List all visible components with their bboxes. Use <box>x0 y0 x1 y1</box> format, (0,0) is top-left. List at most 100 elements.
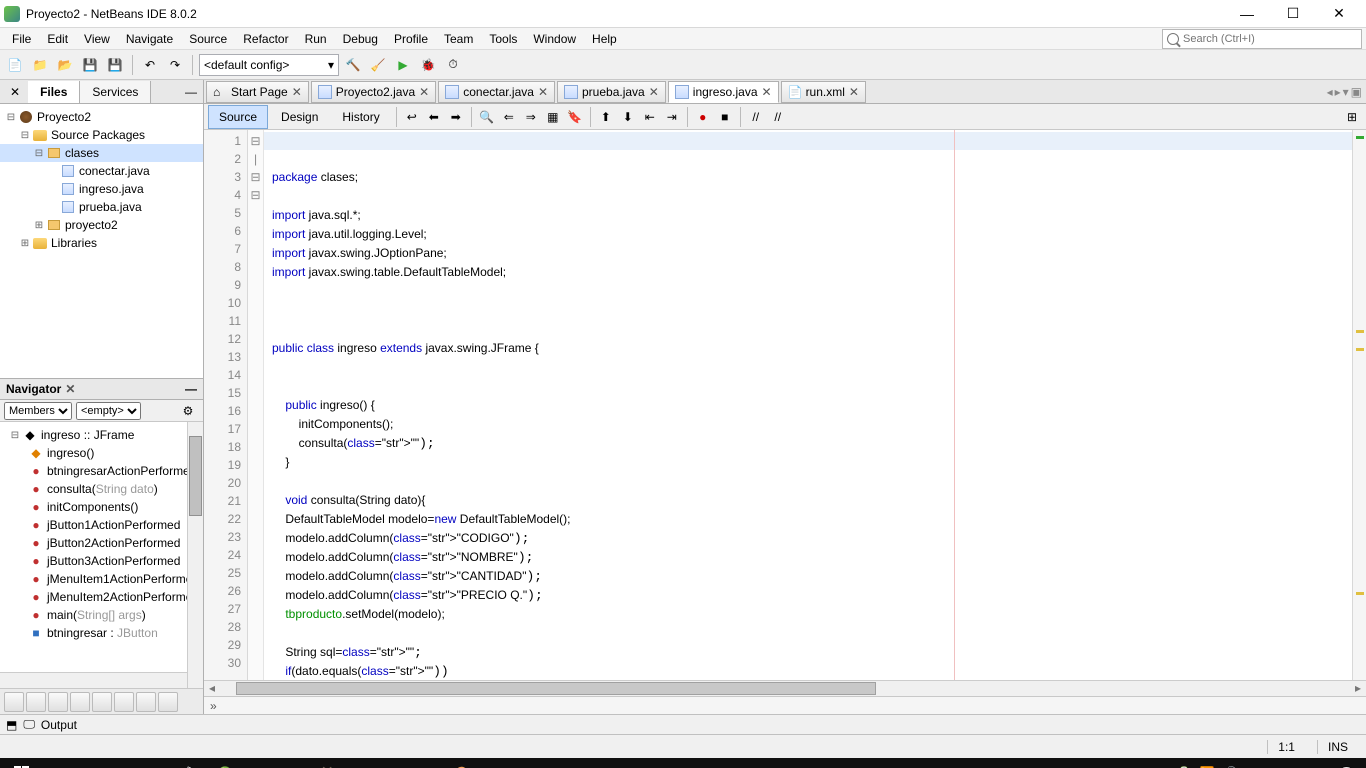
file-explorer-icon[interactable]: 📁 <box>140 758 174 768</box>
editor-horizontal-scrollbar[interactable]: ◂ ▸ <box>204 680 1366 696</box>
editor-breadcrumb[interactable]: » <box>204 696 1366 714</box>
start-macro-icon[interactable]: ● <box>693 107 713 127</box>
stop-macro-icon[interactable]: ■ <box>715 107 735 127</box>
navigator-options-icon[interactable]: ⚙ <box>177 400 199 422</box>
tab-scroll-right-icon[interactable]: ▸ <box>1335 85 1341 99</box>
tab-services[interactable]: Services <box>80 81 151 103</box>
tab-proyecto2-java[interactable]: Proyecto2.java✕ <box>311 81 436 103</box>
close-icon[interactable]: ✕ <box>849 85 859 99</box>
tree-libraries[interactable]: Libraries <box>51 236 97 250</box>
nav-filter-btn[interactable] <box>158 692 178 712</box>
clean-build-button[interactable]: 🧹 <box>367 54 389 76</box>
quick-search[interactable] <box>1162 29 1362 49</box>
shift-left-icon[interactable]: ⇤ <box>640 107 660 127</box>
tab-files[interactable]: Files <box>28 81 80 103</box>
menu-debug[interactable]: Debug <box>335 29 386 49</box>
nav-filter-btn[interactable] <box>70 692 90 712</box>
app-icon[interactable]: ◧ <box>344 758 378 768</box>
code-editor[interactable]: 1234567891011121314151617181920212223242… <box>204 130 1366 680</box>
tab-scroll-left-icon[interactable]: ◂ <box>1327 85 1333 99</box>
tab-ingreso-java[interactable]: ingreso.java✕ <box>668 81 779 103</box>
last-edit-icon[interactable]: ↩ <box>402 107 422 127</box>
fold-column[interactable]: ⊟|⊟⊟ <box>248 130 264 680</box>
subtab-source[interactable]: Source <box>208 105 268 129</box>
toggle-highlight-icon[interactable]: ▦ <box>543 107 563 127</box>
output-panel-header[interactable]: ⬒ 🖵 Output <box>0 714 1366 734</box>
tab-prueba-java[interactable]: prueba.java✕ <box>557 81 666 103</box>
navigator-member[interactable]: initComponents() <box>47 500 138 514</box>
navigator-tree[interactable]: ⊟◆ingreso :: JFrame ◆ingreso() ●btningre… <box>0 422 203 688</box>
chrome-icon[interactable]: 🟢 <box>208 758 242 768</box>
find-prev-icon[interactable]: ⇐ <box>499 107 519 127</box>
search-input[interactable] <box>1183 33 1357 45</box>
menu-profile[interactable]: Profile <box>386 29 436 49</box>
minimize-button[interactable]: — <box>1224 0 1270 28</box>
comment-icon[interactable]: // <box>746 107 766 127</box>
close-button[interactable]: ✕ <box>1316 0 1362 28</box>
menu-refactor[interactable]: Refactor <box>235 29 296 49</box>
navigator-minimize-icon[interactable]: — <box>185 382 197 396</box>
onenote-icon[interactable]: N <box>276 758 310 768</box>
close-icon[interactable]: ✕ <box>762 85 772 99</box>
nav-filter-btn[interactable] <box>48 692 68 712</box>
navigator-filter-select[interactable]: <empty> <box>76 402 141 420</box>
run-config-dropdown[interactable]: <default config>▾ <box>199 54 339 76</box>
close-icon[interactable]: ✕ <box>649 85 659 99</box>
firefox-icon[interactable]: 🦊 <box>310 758 344 768</box>
subtab-design[interactable]: Design <box>270 105 329 129</box>
menu-navigate[interactable]: Navigate <box>118 29 181 49</box>
tab-conectar-java[interactable]: conectar.java✕ <box>438 81 555 103</box>
open-project-button[interactable]: 📂 <box>54 54 76 76</box>
menu-tools[interactable]: Tools <box>481 29 525 49</box>
paint-icon[interactable]: 🎨 <box>446 758 480 768</box>
new-project-button[interactable]: 📁 <box>29 54 51 76</box>
xampp-icon[interactable]: X <box>378 758 412 768</box>
navigator-scrollbar-horizontal[interactable] <box>0 672 187 688</box>
nav-filter-btn[interactable] <box>92 692 112 712</box>
forward-icon[interactable]: ➡ <box>446 107 466 127</box>
close-icon[interactable]: ✕ <box>292 85 302 99</box>
project-tree[interactable]: ⊟Proyecto2 ⊟Source Packages ⊟clases cone… <box>0 104 203 378</box>
tab-run-xml[interactable]: 📄run.xml✕ <box>781 81 866 103</box>
menu-window[interactable]: Window <box>525 29 584 49</box>
find-selection-icon[interactable]: 🔍 <box>477 107 497 127</box>
menu-source[interactable]: Source <box>181 29 235 49</box>
maximize-button[interactable]: ☐ <box>1270 0 1316 28</box>
profile-button[interactable]: ⏱ <box>442 54 464 76</box>
tree-package-proyecto2[interactable]: proyecto2 <box>65 218 118 232</box>
navigator-member[interactable]: jMenuItem1ActionPerformed <box>47 572 199 586</box>
line-number-gutter[interactable]: 1234567891011121314151617181920212223242… <box>204 130 248 680</box>
save-all-button[interactable]: 💾 <box>104 54 126 76</box>
projects-minimize-icon[interactable]: — <box>179 85 203 99</box>
vlc-icon[interactable]: ▲ <box>242 758 276 768</box>
navigator-member[interactable]: btningresar : JButton <box>47 626 158 640</box>
store-icon[interactable]: 🛍 <box>174 758 208 768</box>
save-button[interactable]: 💾 <box>79 54 101 76</box>
toggle-bookmark-icon[interactable]: 🔖 <box>565 107 585 127</box>
close-icon[interactable]: ✕ <box>538 85 548 99</box>
navigator-member[interactable]: jButton1ActionPerformed <box>47 518 180 532</box>
navigator-member[interactable]: consulta(String dato) <box>47 482 158 496</box>
navigator-member[interactable]: btningresarActionPerformed <box>47 464 196 478</box>
tree-project[interactable]: Proyecto2 <box>37 110 91 124</box>
menu-help[interactable]: Help <box>584 29 625 49</box>
navigator-member[interactable]: jButton2ActionPerformed <box>47 536 180 550</box>
undo-button[interactable]: ↶ <box>139 54 161 76</box>
cortana-search-icon[interactable]: ○ <box>38 758 72 768</box>
navigator-root[interactable]: ingreso :: JFrame <box>41 428 134 442</box>
navigator-mode-select[interactable]: Members <box>4 402 72 420</box>
tab-start-page[interactable]: ⌂Start Page✕ <box>206 81 309 103</box>
edge-icon[interactable]: e <box>106 758 140 768</box>
close-icon[interactable]: ✕ <box>419 85 429 99</box>
new-file-button[interactable]: 📄 <box>4 54 26 76</box>
navigator-member[interactable]: ingreso() <box>47 446 94 460</box>
tree-file[interactable]: prueba.java <box>79 200 142 214</box>
error-stripe[interactable] <box>1352 130 1366 680</box>
visual-studio-icon[interactable]: ∞ <box>412 758 446 768</box>
navigator-close-icon[interactable]: ✕ <box>65 382 75 396</box>
nav-filter-btn[interactable] <box>136 692 156 712</box>
debug-button[interactable]: 🐞 <box>417 54 439 76</box>
nav-filter-btn[interactable] <box>26 692 46 712</box>
restore-icon[interactable]: ⬒ <box>6 718 17 732</box>
split-editor-icon[interactable]: ⊞ <box>1342 107 1362 127</box>
